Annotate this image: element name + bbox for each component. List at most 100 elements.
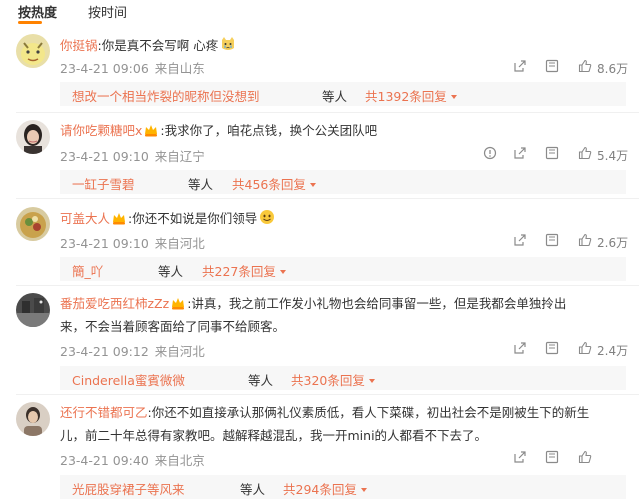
reply-etc: 等人: [322, 89, 348, 104]
tab-hot[interactable]: 按热度: [18, 2, 57, 21]
comment-icon[interactable]: [545, 59, 559, 76]
comment-meta: 23-4-21 09:40 来自北京: [60, 450, 205, 469]
share-icon[interactable]: [513, 341, 527, 358]
reply-count-link[interactable]: 共456条回复: [232, 174, 317, 193]
divider: [16, 112, 639, 113]
comment-line: 还行不错都可乙:你还不如直接承认那俩礼仪素质低，看人下菜碟，初出社会不是刚被生下…: [60, 404, 630, 422]
comment-meta: 23-4-21 09:10 来自河北: [60, 233, 205, 252]
like-icon[interactable]: [578, 233, 592, 250]
comment-username[interactable]: 可盖大人: [60, 211, 110, 226]
comment-username[interactable]: 你挺锅: [60, 38, 98, 53]
chevron-down-icon: [365, 373, 376, 388]
reply-summary: Cinderella蜜賓微微 等人 共320条回复: [60, 366, 626, 390]
share-icon[interactable]: [513, 146, 527, 163]
chevron-down-icon: [447, 89, 458, 104]
like-count: 2.4万: [597, 344, 629, 358]
comment-time: 23-4-21 09:10: [60, 149, 149, 164]
reply-summary: 想改一个相当炸裂的昵称但没想到 等人 共1392条回复: [60, 82, 626, 106]
share-icon[interactable]: [513, 59, 527, 76]
reply-count: 共227条回复: [202, 264, 276, 279]
chevron-down-icon: [276, 264, 287, 279]
reply-username[interactable]: 簡_吖: [72, 261, 103, 280]
reply-count-link[interactable]: 共1392条回复: [365, 86, 458, 105]
comment-text: :你是真不会写啊 心疼: [97, 38, 219, 53]
comment-line: 可盖大人 :你还不如说是你们领导: [60, 209, 630, 228]
like-icon[interactable]: [578, 146, 592, 163]
like-icon[interactable]: [578, 450, 592, 467]
comment-actions: 5.4万: [439, 146, 639, 164]
like-icon[interactable]: [578, 341, 592, 358]
comment-username[interactable]: 请你吃颗糖吧x: [60, 123, 142, 138]
like-count: 8.6万: [597, 62, 629, 76]
reply-summary: 簡_吖 等人 共227条回复: [60, 257, 626, 281]
comment-icon[interactable]: [545, 146, 559, 163]
like-icon[interactable]: [578, 59, 592, 76]
like-count: 2.6万: [597, 236, 629, 250]
comment-text: :你还不如直接承认那俩礼仪素质低，看人下菜碟，初出社会不是刚被生下的新生: [147, 405, 590, 420]
tab-time[interactable]: 按时间: [88, 2, 127, 21]
comment-icon[interactable]: [545, 341, 559, 358]
comment-actions: 2.6万: [439, 233, 639, 251]
comment-location: 来自北京: [154, 453, 205, 468]
comment-location: 来自辽宁: [154, 149, 205, 164]
reply-username[interactable]: Cinderella蜜賓微微: [72, 370, 185, 389]
avatar[interactable]: [16, 120, 50, 154]
sob-cat-emoji: [218, 37, 238, 53]
comment-text-continued: 儿，前二十年总得有家教吧。越解释越混乱，我一开mini的人都看不下去了。: [60, 428, 488, 443]
comment-icon[interactable]: [545, 450, 559, 467]
reply-username[interactable]: 想改一个相当炸裂的昵称但没想到: [72, 86, 260, 105]
divider: [16, 198, 639, 199]
share-icon[interactable]: [513, 450, 527, 467]
comment-line: 你挺锅:你是真不会写啊 心疼: [60, 36, 630, 55]
crown-badge-icon: [142, 123, 160, 138]
avatar[interactable]: [16, 34, 50, 68]
avatar[interactable]: [16, 293, 50, 327]
comment-actions: [439, 450, 639, 468]
comment-meta: 23-4-21 09:06 来自山东: [60, 58, 205, 77]
reply-summary: 光屁股穿裙子等风来 等人 共294条回复: [60, 475, 626, 499]
comment-text: :我求你了，咱花点钱，换个公关团队吧: [160, 123, 378, 138]
comment-actions: 8.6万: [439, 59, 639, 77]
comment-time: 23-4-21 09:40: [60, 453, 149, 468]
comment-line: 番茄爱吃西红柿zZz :讲真，我之前工作发小礼物也会给同事留一些，但是我都会单独拎…: [60, 295, 630, 313]
comment-location: 来自河北: [154, 236, 205, 251]
chevron-down-icon: [357, 482, 368, 497]
reply-username[interactable]: 光屁股穿裙子等风来: [72, 479, 185, 498]
chevron-down-icon: [306, 177, 317, 192]
report-icon[interactable]: [483, 146, 497, 163]
reply-count-link[interactable]: 共320条回复: [291, 370, 376, 389]
avatar[interactable]: [16, 402, 50, 436]
like-count: 5.4万: [597, 149, 629, 163]
reply-etc: 等人: [188, 177, 214, 192]
reply-count: 共320条回复: [291, 373, 365, 388]
comment-line: 请你吃颗糖吧x :我求你了，咱花点钱，换个公关团队吧: [60, 122, 630, 140]
divider: [16, 285, 639, 286]
comments-panel: 按热度 按时间 你挺锅:你是真不会写啊 心疼 23-4-21 09:06 来自山东 8…: [0, 0, 639, 499]
share-icon[interactable]: [513, 233, 527, 250]
comment-username[interactable]: 还行不错都可乙: [60, 405, 148, 420]
reply-count: 共1392条回复: [365, 89, 447, 104]
comment-time: 23-4-21 09:12: [60, 344, 149, 359]
crown-badge-icon: [169, 296, 187, 311]
reply-etc: 等人: [240, 482, 266, 497]
reply-count: 共294条回复: [283, 482, 357, 497]
comment-username[interactable]: 番茄爱吃西红柿zZz: [60, 296, 169, 311]
reply-username[interactable]: 一缸子雪碧: [72, 174, 135, 193]
reply-count: 共456条回复: [232, 177, 306, 192]
reply-count-link[interactable]: 共227条回复: [202, 261, 287, 280]
comment-icon[interactable]: [545, 233, 559, 250]
smile-emoji: [257, 210, 277, 226]
reply-count-link[interactable]: 共294条回复: [283, 479, 368, 498]
sort-tabs: 按热度 按时间: [0, 0, 639, 24]
active-tab-indicator: [18, 21, 42, 24]
reply-etc: 等人: [248, 373, 274, 388]
comment-location: 来自河北: [154, 344, 205, 359]
comment-location: 来自山东: [154, 61, 205, 76]
reply-summary: 一缸子雪碧 等人 共456条回复: [60, 170, 626, 194]
comment-meta: 23-4-21 09:12 来自河北: [60, 341, 205, 360]
comment-text: :讲真，我之前工作发小礼物也会给同事留一些，但是我都会单独拎出: [187, 296, 567, 311]
avatar[interactable]: [16, 207, 50, 241]
comment-text: :你还不如说是你们领导: [128, 211, 258, 226]
comment-meta: 23-4-21 09:10 来自辽宁: [60, 146, 205, 165]
divider: [16, 394, 639, 395]
